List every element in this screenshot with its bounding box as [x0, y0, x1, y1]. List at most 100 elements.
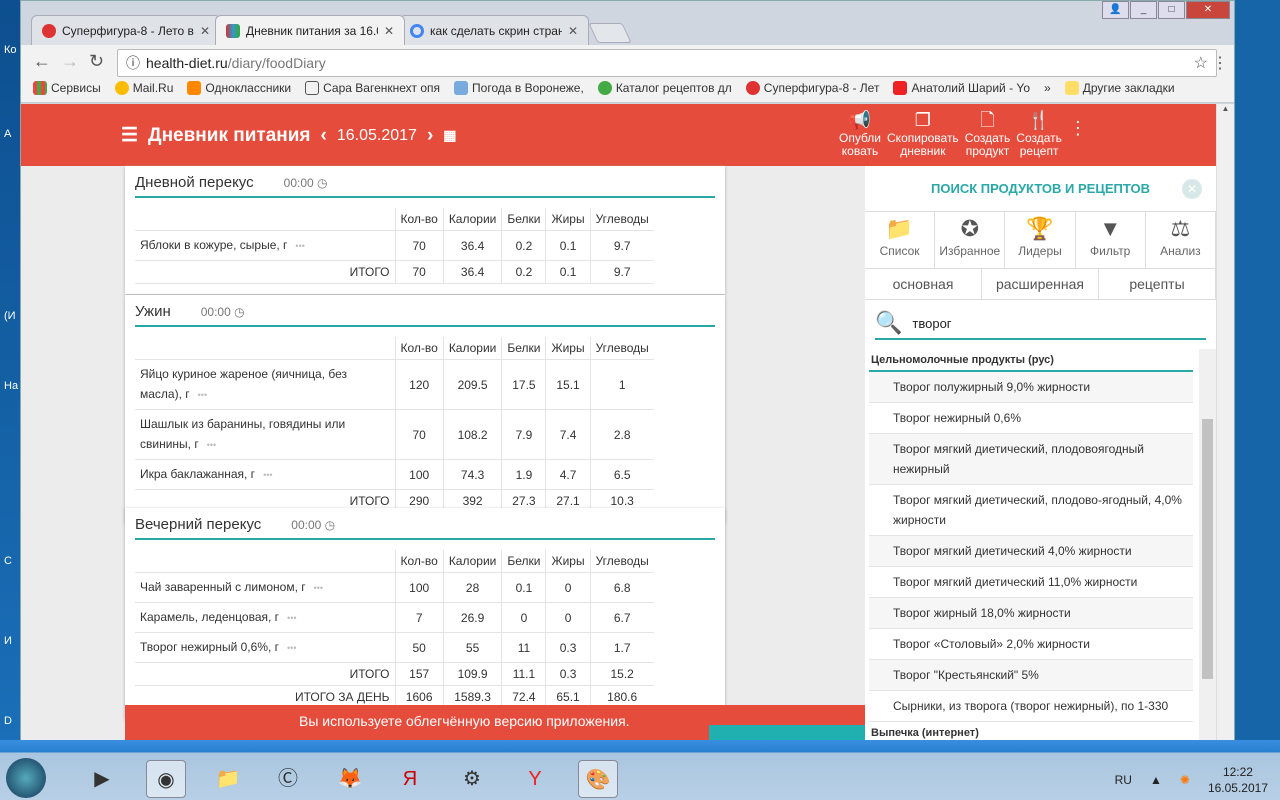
desktop-icon-label[interactable]: D: [4, 715, 12, 727]
new-tab-button[interactable]: [588, 23, 632, 43]
ccleaner-icon[interactable]: Ⓒ: [268, 760, 308, 798]
desktop-icon-label[interactable]: Ко: [4, 44, 17, 56]
desktop-icon-label[interactable]: С: [4, 555, 12, 567]
avast-icon[interactable]: ✺: [1180, 773, 1190, 787]
food-name[interactable]: Карамель, леденцовая, г: [140, 610, 279, 624]
driver-booster-icon[interactable]: ⚙: [452, 760, 492, 798]
close-panel-icon[interactable]: ✕: [1182, 179, 1202, 199]
meal-time[interactable]: 00:00 ◷: [284, 176, 328, 190]
address-bar[interactable]: ⓘ health-diet.ru/diary/foodDiary ☆: [117, 49, 1217, 77]
clock[interactable]: 12:22 16.05.2017: [1208, 764, 1268, 796]
food-name[interactable]: Яблоки в кожуре, сырые, г: [140, 238, 287, 252]
food-name[interactable]: Шашлык из баранины, говядины или свинины…: [140, 417, 345, 451]
food-name[interactable]: Икра баклажанная, г: [140, 467, 255, 481]
food-name[interactable]: Яйцо куриное жареное (яичница, без масла…: [140, 367, 347, 401]
browser-menu-icon[interactable]: ⋮: [1212, 53, 1228, 73]
meal-time[interactable]: 00:00 ◷: [201, 305, 245, 319]
reload-icon[interactable]: ↻: [89, 51, 104, 72]
copy-diary-button[interactable]: ❐ Скопировать дневник: [887, 108, 959, 158]
subtab-basic[interactable]: основная: [865, 269, 982, 299]
minimize-button[interactable]: _: [1130, 1, 1157, 19]
tab-filter[interactable]: ▼ Фильтр: [1076, 212, 1146, 268]
tab-list[interactable]: 📁 Список: [865, 212, 936, 268]
next-date-icon[interactable]: ›: [427, 125, 433, 147]
bookmark-item[interactable]: Сара Вагенкнехт опя: [305, 81, 440, 95]
tab-superfigura[interactable]: Суперфигура-8 - Лето в ✕: [31, 15, 221, 45]
bookmark-item[interactable]: Погода в Воронеже,: [454, 81, 584, 95]
result-item[interactable]: Творог мягкий диетический 11,0% жирности: [869, 567, 1193, 598]
result-item[interactable]: Творог нежирный 0,6%: [869, 403, 1193, 434]
tray-arrow-icon[interactable]: ▲: [1150, 773, 1162, 787]
chrome-icon[interactable]: ◉: [146, 760, 186, 798]
tab-leaders[interactable]: 🏆 Лидеры: [1005, 212, 1076, 268]
result-item[interactable]: Творог мягкий диетический, плодовоягодны…: [869, 434, 1193, 485]
more-options-icon[interactable]: •••: [198, 390, 207, 400]
more-options-icon[interactable]: •••: [287, 643, 296, 653]
page-scrollbar[interactable]: ▲: [1216, 104, 1234, 740]
desktop-icon-label[interactable]: И: [4, 635, 12, 647]
close-tab-icon[interactable]: ✕: [568, 24, 578, 38]
tab-google[interactable]: как сделать скрин стран ✕: [399, 15, 589, 45]
result-item[interactable]: Сырники, из творога (творог нежирный), п…: [869, 691, 1193, 722]
back-icon[interactable]: ←: [33, 51, 51, 72]
food-name[interactable]: Чай заваренный с лимоном, г: [140, 580, 306, 594]
results-scrollbar[interactable]: [1199, 349, 1216, 740]
subtab-recipes[interactable]: рецепты: [1099, 269, 1216, 299]
table-row[interactable]: Яйцо куриное жареное (яичница, без масла…: [135, 359, 654, 410]
table-row[interactable]: Шашлык из баранины, говядины или свинины…: [135, 409, 654, 460]
more-options-icon[interactable]: •••: [207, 440, 216, 450]
result-item[interactable]: Творог мягкий диетический, плодово-ягодн…: [869, 485, 1193, 536]
calendar-icon[interactable]: ▦: [443, 127, 456, 144]
explorer-icon[interactable]: 📁: [208, 760, 248, 798]
firefox-icon[interactable]: 🦊: [330, 760, 370, 798]
table-row[interactable]: Творог нежирный 0,6%, г ••• 50 55 11 0.3 1.7: [135, 632, 654, 663]
other-bookmarks[interactable]: Другие закладки: [1064, 81, 1175, 95]
more-options-icon[interactable]: •••: [314, 583, 323, 593]
yandex-icon[interactable]: Я: [390, 760, 430, 798]
bookmark-item[interactable]: Каталог рецептов дл: [597, 81, 732, 95]
table-row[interactable]: Карамель, леденцовая, г ••• 7 26.9 0 0 6.7: [135, 602, 654, 633]
bookmark-item[interactable]: Анатолий Шарий - Yo: [893, 81, 1030, 95]
language-indicator[interactable]: RU: [1115, 773, 1132, 787]
close-button[interactable]: ✕: [1186, 1, 1230, 19]
result-item[interactable]: Творог полужирный 9,0% жирности: [869, 372, 1193, 403]
food-name[interactable]: Творог нежирный 0,6%, г: [140, 640, 279, 654]
tab-food-diary[interactable]: Дневник питания за 16.0 ✕: [215, 15, 405, 45]
start-button[interactable]: [6, 758, 46, 798]
more-options-icon[interactable]: •••: [295, 241, 304, 251]
paint-icon[interactable]: 🎨: [578, 760, 618, 798]
media-player-icon[interactable]: ▶: [82, 760, 122, 798]
result-item[interactable]: Творог мягкий диетический 4,0% жирности: [869, 536, 1193, 567]
table-row[interactable]: Икра баклажанная, г ••• 100 74.3 1.9 4.7 6.5: [135, 459, 654, 490]
prev-date-icon[interactable]: ‹: [321, 125, 327, 147]
close-tab-icon[interactable]: ✕: [200, 24, 210, 38]
bookmarks-overflow[interactable]: »: [1044, 81, 1051, 95]
result-item[interactable]: Творог "Крестьянский" 5%: [869, 660, 1193, 691]
result-item[interactable]: Творог «Столовый» 2,0% жирности: [869, 629, 1193, 660]
more-menu-icon[interactable]: ⋮: [1068, 108, 1088, 158]
bookmark-item[interactable]: Одноклассники: [187, 81, 291, 95]
product-search-input[interactable]: 🔍 творог: [875, 308, 1206, 340]
more-options-icon[interactable]: •••: [263, 470, 272, 480]
bookmark-item[interactable]: Сервисы: [33, 81, 101, 95]
close-tab-icon[interactable]: ✕: [384, 24, 394, 38]
result-item[interactable]: Творог жирный 18,0% жирности: [869, 598, 1193, 629]
desktop-icon-label[interactable]: А: [4, 128, 11, 140]
bookmark-item[interactable]: Суперфигура-8 - Лет: [745, 81, 879, 95]
menu-icon[interactable]: ☰: [121, 124, 138, 147]
user-button[interactable]: 👤: [1102, 1, 1129, 19]
yandex-browser-icon[interactable]: Y: [515, 760, 555, 798]
tab-favorites[interactable]: ✪ Избранное: [935, 212, 1006, 268]
subtab-advanced[interactable]: расширенная: [982, 269, 1099, 299]
publish-button[interactable]: 📢 Опубли ковать: [839, 108, 881, 158]
bookmark-item[interactable]: Mail.Ru: [114, 81, 173, 95]
banner-action-button[interactable]: [709, 725, 865, 740]
forward-icon[interactable]: →: [61, 51, 79, 72]
create-recipe-button[interactable]: 🍴 Создать рецепт: [1016, 108, 1062, 158]
tab-analysis[interactable]: ⚖ Анализ: [1146, 212, 1216, 268]
meal-time[interactable]: 00:00 ◷: [291, 518, 335, 532]
table-row[interactable]: Яблоки в кожуре, сырые, г ••• 70 36.4 0.2 0.1…: [135, 230, 654, 261]
maximize-button[interactable]: □: [1158, 1, 1185, 19]
create-product-button[interactable]: 🗋 Создать продукт: [965, 108, 1011, 158]
desktop-icon-label[interactable]: На: [4, 380, 18, 392]
